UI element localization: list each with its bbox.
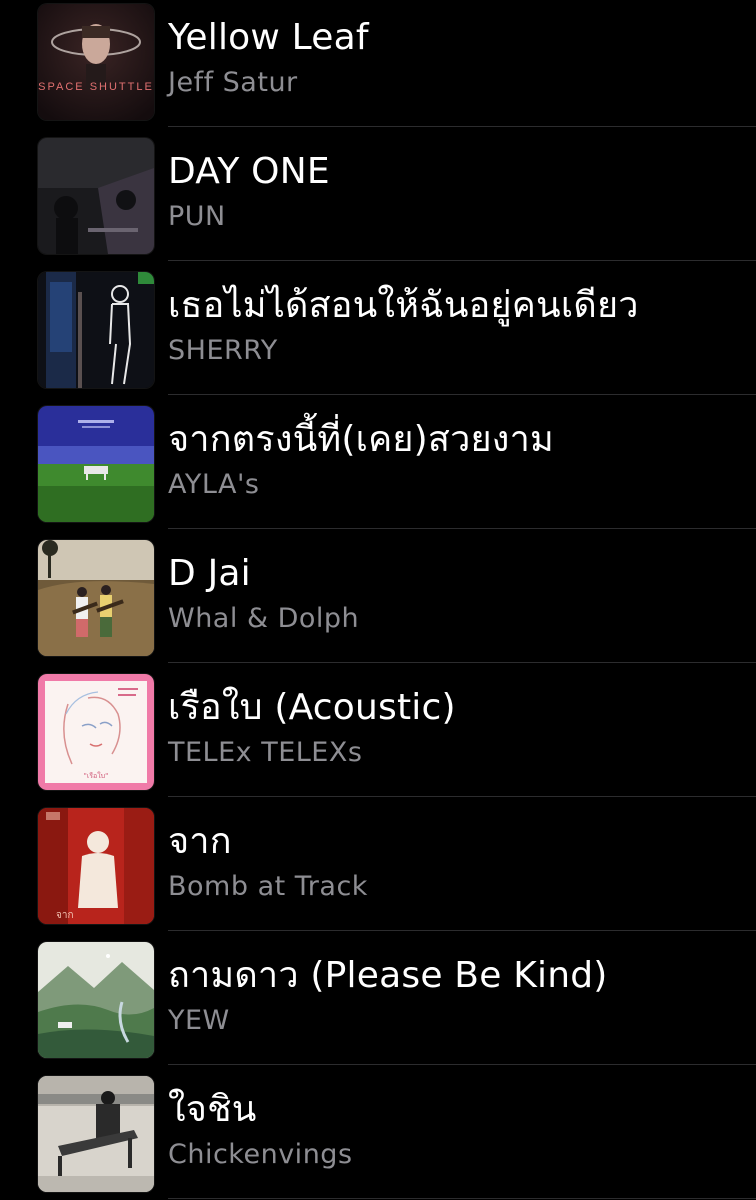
row-divider	[168, 930, 756, 931]
song-title: D Jai	[168, 553, 251, 594]
album-artwork	[38, 540, 154, 656]
album-artwork	[38, 942, 154, 1058]
artwork-text: จาก	[56, 910, 74, 921]
artwork-text: SPACE SHUTTLE	[38, 81, 154, 93]
album-artwork: จาก	[38, 808, 154, 924]
album-artwork: SPACE SHUTTLE	[38, 4, 154, 120]
mountain-artwork	[38, 942, 154, 1058]
song-row[interactable]: ถามดาว (Please Be Kind) YEW	[0, 938, 756, 1072]
song-artist: Whal & Dolph	[168, 603, 360, 634]
song-artist: AYLA's	[168, 469, 260, 500]
row-divider	[168, 394, 756, 395]
song-title: จากตรงนี้ที่(เคย)สวยงาม	[168, 419, 554, 460]
red-silhouette-artwork: จาก	[38, 808, 154, 924]
song-row[interactable]: ใจชิน Chickenvings	[0, 1072, 756, 1200]
song-list: SPACE SHUTTLE Yellow Leaf Jeff Satur DAY…	[0, 0, 756, 1200]
song-artist: TELEx TELEXs	[168, 737, 363, 768]
song-row[interactable]: "เรือใบ" เรือใบ (Acoustic) TELEx TELEXs	[0, 670, 756, 804]
row-divider	[168, 126, 756, 127]
song-row[interactable]: จากตรงนี้ที่(เคย)สวยงาม AYLA's	[0, 402, 756, 536]
song-row[interactable]: SPACE SHUTTLE Yellow Leaf Jeff Satur	[0, 0, 756, 134]
song-artist: Bomb at Track	[168, 871, 368, 902]
day-one-artwork	[38, 138, 154, 254]
album-artwork	[38, 1076, 154, 1192]
song-artist: SHERRY	[168, 335, 278, 366]
artwork-text: "เรือใบ"	[84, 771, 109, 780]
street-bench-artwork	[38, 1076, 154, 1192]
song-row[interactable]: D Jai Whal & Dolph	[0, 536, 756, 670]
album-artwork	[38, 138, 154, 254]
album-artwork	[38, 406, 154, 522]
song-artist: Jeff Satur	[168, 67, 298, 98]
song-title: ใจชิน	[168, 1089, 257, 1130]
album-artwork: "เรือใบ"	[38, 674, 154, 790]
song-title: จาก	[168, 821, 232, 862]
song-title: เรือใบ (Acoustic)	[168, 687, 456, 728]
song-title: Yellow Leaf	[168, 17, 369, 58]
song-artist: PUN	[168, 201, 226, 232]
song-title: ถามดาว (Please Be Kind)	[168, 955, 608, 996]
space-shuttle-artwork: SPACE SHUTTLE	[38, 4, 154, 120]
album-artwork	[38, 272, 154, 388]
song-title: DAY ONE	[168, 151, 330, 192]
row-divider	[168, 662, 756, 663]
song-artist: Chickenvings	[168, 1139, 353, 1170]
row-divider	[168, 796, 756, 797]
row-divider	[168, 260, 756, 261]
pink-sketch-artwork: "เรือใบ"	[38, 674, 154, 790]
outline-figure-artwork	[38, 272, 154, 388]
song-artist: YEW	[168, 1005, 230, 1036]
row-divider	[168, 1198, 756, 1199]
row-divider	[168, 528, 756, 529]
row-divider	[168, 1064, 756, 1065]
song-row[interactable]: จาก จาก Bomb at Track	[0, 804, 756, 938]
duo-guitar-artwork	[38, 540, 154, 656]
song-row[interactable]: เธอไม่ได้สอนให้ฉันอยู่คนเดียว SHERRY	[0, 268, 756, 402]
green-field-artwork	[38, 406, 154, 522]
song-row[interactable]: DAY ONE PUN	[0, 134, 756, 268]
song-title: เธอไม่ได้สอนให้ฉันอยู่คนเดียว	[168, 285, 639, 326]
